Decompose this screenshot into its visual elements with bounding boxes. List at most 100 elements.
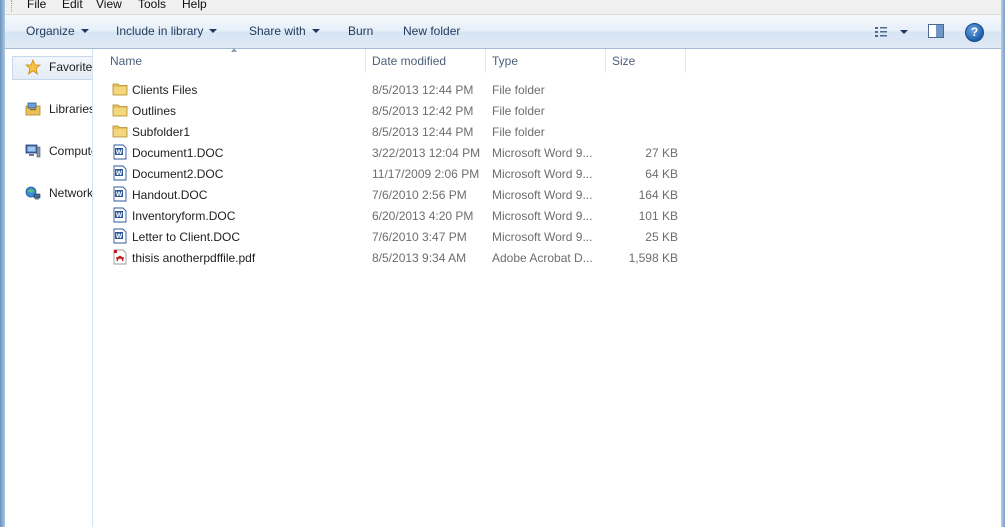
file-row[interactable]: W Letter to Client.DOC 7/6/2010 3:47 PM … <box>109 226 689 247</box>
svg-text:W: W <box>116 149 123 156</box>
word-doc-icon: W <box>112 207 128 223</box>
menu-tools[interactable]: Tools <box>138 0 166 11</box>
column-header-type[interactable]: Type <box>492 54 518 68</box>
file-row[interactable]: Clients Files 8/5/2013 12:44 PM File fol… <box>109 79 689 100</box>
help-button[interactable]: ? <box>965 23 984 42</box>
column-divider[interactable] <box>485 49 486 73</box>
file-date: 7/6/2010 2:56 PM <box>372 188 467 202</box>
command-bar: Organize Include in library Share with B… <box>5 15 1001 49</box>
folder-icon <box>112 102 128 118</box>
file-type: File folder <box>492 104 545 118</box>
word-doc-icon: W <box>112 144 128 160</box>
column-header-date[interactable]: Date modified <box>372 54 446 68</box>
folder-icon <box>112 81 128 97</box>
file-name: Letter to Client.DOC <box>132 230 241 244</box>
file-type: Microsoft Word 9... <box>492 167 593 181</box>
nav-item-label: Libraries <box>49 102 93 116</box>
file-list: Name Date modified Type Size Clients Fil… <box>93 48 1001 527</box>
word-doc-icon: W <box>112 228 128 244</box>
burn-button[interactable]: Burn <box>348 24 373 38</box>
menu-file[interactable]: File <box>27 0 46 11</box>
window-frame-right <box>1001 0 1005 527</box>
file-type: Microsoft Word 9... <box>492 230 593 244</box>
column-header-row: Name Date modified Type Size <box>93 48 1001 73</box>
file-type: File folder <box>492 83 545 97</box>
sort-ascending-icon <box>231 48 237 52</box>
file-size: 64 KB <box>645 167 678 181</box>
file-row[interactable]: W Document2.DOC 11/17/2009 2:06 PM Micro… <box>109 163 689 184</box>
svg-text:W: W <box>116 212 123 219</box>
column-header-name[interactable]: Name <box>110 54 142 68</box>
file-size: 164 KB <box>638 188 678 202</box>
word-doc-icon: W <box>112 186 128 202</box>
menu-view[interactable]: View <box>96 0 122 11</box>
nav-item-label: Computer <box>49 144 92 158</box>
file-row[interactable]: thisis anotherpdffile.pdf 8/5/2013 9:34 … <box>109 247 689 268</box>
file-date: 11/17/2009 2:06 PM <box>372 167 480 181</box>
file-type: Microsoft Word 9... <box>492 188 593 202</box>
word-doc-icon: W <box>112 165 128 181</box>
star-icon <box>25 59 41 75</box>
network-icon <box>25 186 41 200</box>
file-row[interactable]: W Inventoryform.DOC 6/20/2013 4:20 PM Mi… <box>109 205 689 226</box>
chevron-down-icon <box>80 29 89 33</box>
column-divider[interactable] <box>605 49 606 73</box>
svg-text:W: W <box>116 170 123 177</box>
chevron-down-icon <box>311 29 320 33</box>
file-row[interactable]: W Document1.DOC 3/22/2013 12:04 PM Micro… <box>109 142 689 163</box>
organize-label: Organize <box>26 24 75 38</box>
file-date: 7/6/2010 3:47 PM <box>372 230 467 244</box>
file-date: 8/5/2013 12:44 PM <box>372 83 474 97</box>
column-header-size[interactable]: Size <box>612 54 635 68</box>
file-row[interactable]: W Handout.DOC 7/6/2010 2:56 PM Microsoft… <box>109 184 689 205</box>
share-with-button[interactable]: Share with <box>249 24 320 38</box>
file-name: Document1.DOC <box>132 146 224 160</box>
include-in-library-label: Include in library <box>116 24 204 38</box>
folder-icon <box>112 123 128 139</box>
svg-text:W: W <box>116 191 123 198</box>
file-type: Adobe Acrobat D... <box>492 251 593 265</box>
file-name: Subfolder1 <box>132 125 191 139</box>
menu-grip <box>11 0 14 12</box>
share-with-label: Share with <box>249 24 306 38</box>
file-type: Microsoft Word 9... <box>492 146 593 160</box>
file-date: 8/5/2013 9:34 AM <box>372 251 467 265</box>
navigation-pane: Favorites Libraries Computer Network <box>5 49 93 527</box>
computer-icon <box>25 144 41 158</box>
file-name: Handout.DOC <box>132 188 208 202</box>
file-size: 25 KB <box>645 230 678 244</box>
view-details-icon <box>875 27 908 37</box>
preview-pane-button[interactable] <box>927 23 945 39</box>
preview-pane-icon <box>928 24 944 38</box>
file-date: 3/22/2013 12:04 PM <box>372 146 481 160</box>
new-folder-button[interactable]: New folder <box>403 24 460 38</box>
file-type: Microsoft Word 9... <box>492 209 593 223</box>
file-type: File folder <box>492 125 545 139</box>
nav-item-label: Network <box>49 186 93 200</box>
include-in-library-button[interactable]: Include in library <box>116 24 218 38</box>
file-size: 101 KB <box>638 209 678 223</box>
menu-bar: File Edit View Tools Help <box>5 0 1001 15</box>
file-name: Inventoryform.DOC <box>132 209 236 223</box>
file-name: Outlines <box>132 104 177 118</box>
nav-item-label: Favorites <box>49 60 93 74</box>
file-name: thisis anotherpdffile.pdf <box>132 251 256 265</box>
column-divider[interactable] <box>685 49 686 73</box>
chevron-down-icon <box>209 29 218 33</box>
file-size: 1,598 KB <box>628 251 678 265</box>
menu-help[interactable]: Help <box>182 0 207 11</box>
file-name: Document2.DOC <box>132 167 224 181</box>
organize-button[interactable]: Organize <box>26 24 89 38</box>
file-size: 27 KB <box>645 146 678 160</box>
file-name: Clients Files <box>132 83 198 97</box>
file-row[interactable]: Subfolder1 8/5/2013 12:44 PM File folder <box>109 121 689 142</box>
file-date: 8/5/2013 12:42 PM <box>372 104 474 118</box>
file-date: 8/5/2013 12:44 PM <box>372 125 474 139</box>
pdf-icon <box>112 249 128 265</box>
column-divider[interactable] <box>365 49 366 73</box>
file-row[interactable]: Outlines 8/5/2013 12:42 PM File folder <box>109 100 689 121</box>
change-view-button[interactable] <box>871 24 911 40</box>
file-date: 6/20/2013 4:20 PM <box>372 209 474 223</box>
libraries-icon <box>25 102 41 116</box>
menu-edit[interactable]: Edit <box>62 0 83 11</box>
